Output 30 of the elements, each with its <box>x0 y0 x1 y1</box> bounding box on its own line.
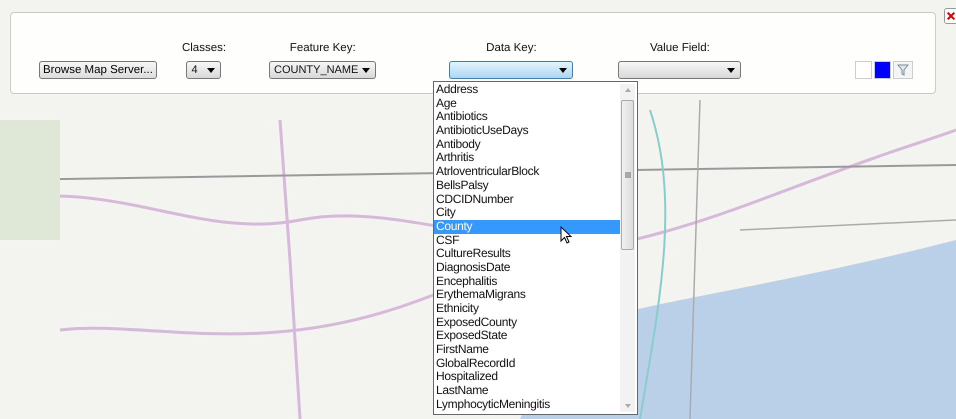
list-item[interactable]: LymphocyticMeningitis <box>434 398 620 412</box>
list-item[interactable]: FirstName <box>434 343 620 357</box>
list-item[interactable]: AtrloventricularBlock <box>434 165 620 179</box>
list-item[interactable]: ExposedState <box>434 329 620 344</box>
list-item[interactable]: Arthritis <box>434 151 620 166</box>
list-item[interactable]: DiagnosisDate <box>434 260 620 275</box>
list-item[interactable]: BellsPalsy <box>434 178 620 192</box>
list-item[interactable]: Address <box>434 83 620 97</box>
browse-map-server-button[interactable]: Browse Map Server... <box>39 61 157 79</box>
list-item[interactable]: CDCIDNumber <box>434 192 620 206</box>
field-label: Data Key: <box>486 42 537 54</box>
field-label: Classes: <box>182 42 226 54</box>
list-item[interactable]: CSF <box>434 234 620 248</box>
list-item[interactable]: Antibiotics <box>434 110 620 124</box>
list-item[interactable]: Hospitalized <box>434 370 620 384</box>
list-item[interactable]: CultureResults <box>434 247 620 261</box>
list-item[interactable]: Encephalitis <box>434 274 620 288</box>
list-item[interactable]: Age <box>434 96 620 110</box>
field-label: Feature Key: <box>290 42 356 54</box>
list-item[interactable]: Ethnicity <box>434 302 620 316</box>
list-item[interactable]: LastName <box>434 384 620 398</box>
combo-box[interactable]: COUNTY_NAME <box>269 61 376 79</box>
list-item[interactable]: AntibioticUseDays <box>434 124 620 138</box>
list-item[interactable]: Antibody <box>434 138 620 152</box>
list-item[interactable]: ErythemaMigrans <box>434 288 620 302</box>
field-label: Value Field: <box>650 42 710 54</box>
list-item[interactable]: City <box>434 206 620 220</box>
list-item[interactable]: ExposedCounty <box>434 316 620 330</box>
combo-box[interactable]: 4 <box>186 61 222 79</box>
list-item[interactable]: GlobalRecordId <box>434 356 620 370</box>
